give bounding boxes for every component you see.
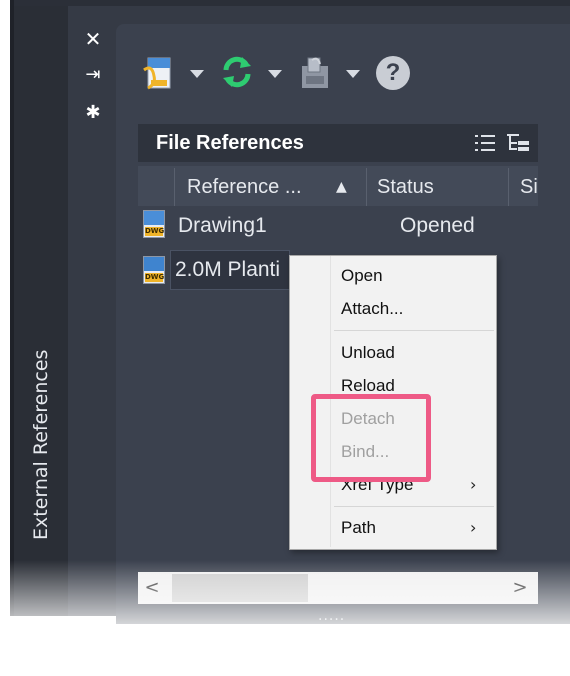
column-separator[interactable] xyxy=(174,168,175,206)
palette-title: External References xyxy=(30,349,52,540)
bottom-fade-overlay xyxy=(0,560,570,676)
menu-item-path[interactable]: Path xyxy=(341,516,376,540)
column-separator[interactable] xyxy=(366,168,367,206)
tree-view-icon[interactable] xyxy=(506,132,530,154)
sort-ascending-icon: ▲ xyxy=(336,179,347,195)
attach-dropdown-caret[interactable] xyxy=(190,70,204,78)
dwg-file-icon: DWG xyxy=(143,256,165,284)
refresh-dropdown-caret[interactable] xyxy=(268,70,282,78)
column-separator[interactable] xyxy=(508,168,509,206)
column-header-status[interactable]: Status xyxy=(377,170,434,204)
submenu-arrow-icon: › xyxy=(470,518,477,537)
submenu-arrow-icon: › xyxy=(470,475,477,494)
reference-status: Opened xyxy=(400,214,475,237)
file-references-title: File References xyxy=(156,132,304,154)
auto-hide-icon[interactable]: ⇥ xyxy=(82,64,104,86)
menu-item-open[interactable]: Open xyxy=(341,264,383,288)
close-icon[interactable]: ✕ xyxy=(82,28,104,50)
help-icon[interactable]: ? xyxy=(376,56,410,90)
change-path-icon[interactable] xyxy=(298,54,332,94)
reference-name: 2.0M Planti xyxy=(175,258,281,281)
reference-name: Drawing1 xyxy=(178,214,267,237)
menu-separator xyxy=(334,506,494,507)
menu-item-attach[interactable]: Attach... xyxy=(341,297,403,321)
menu-item-unload[interactable]: Unload xyxy=(341,341,395,365)
column-header-size[interactable]: Si xyxy=(520,170,538,204)
palette-tool-column xyxy=(68,6,116,616)
change-path-dropdown-caret[interactable] xyxy=(346,70,360,78)
properties-gear-icon[interactable]: ✱ xyxy=(82,102,104,124)
column-header-reference[interactable]: Reference ... xyxy=(187,170,302,204)
annotation-highlight-box xyxy=(311,394,431,482)
dwg-file-icon: DWG xyxy=(143,210,165,238)
list-view-icon[interactable] xyxy=(474,132,496,154)
attach-dwg-icon[interactable] xyxy=(142,54,174,94)
refresh-icon[interactable] xyxy=(220,54,254,94)
menu-separator xyxy=(334,330,494,331)
